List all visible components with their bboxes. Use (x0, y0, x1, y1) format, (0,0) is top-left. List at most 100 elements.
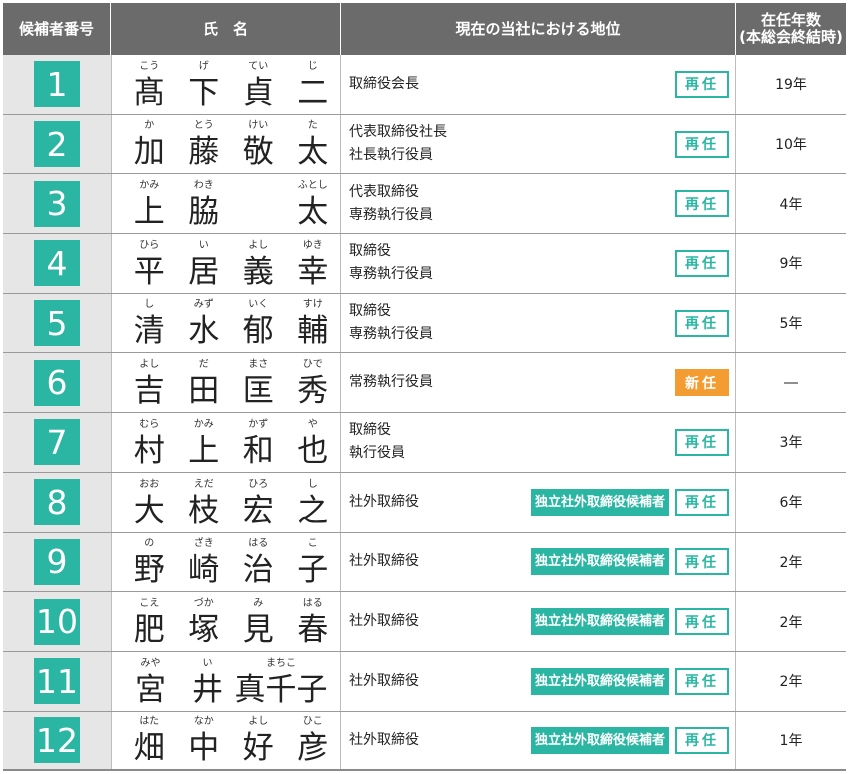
position-line: 代表取締役 (349, 183, 419, 200)
kanji: 見 (242, 611, 274, 648)
header-candidate-number: 候補者番号 (3, 3, 111, 55)
candidate-name: かみ上わき脇ふとし太 (111, 174, 341, 234)
name-character: ゆき幸 (286, 239, 341, 291)
kanji: 井 (192, 671, 223, 708)
header-term-title: 在任年数 (760, 11, 821, 29)
header-name: 氏 名 (111, 3, 341, 55)
term-years: 2年 (779, 554, 803, 571)
table-row: 6 よし吉だ田まさ匡ひで秀常務執行役員 新任 ― (3, 353, 846, 414)
furigana: てい (248, 60, 269, 72)
candidate-number-cell: 6 (3, 353, 111, 413)
candidate-name: ひら平い居よし義ゆき幸 (111, 234, 341, 293)
kanji: 幸 (297, 253, 329, 290)
name-character: むら村 (122, 418, 177, 470)
furigana: なか (193, 716, 214, 728)
furigana: ゆき (302, 239, 323, 251)
name-character: おお大 (122, 478, 177, 530)
position-text: 取締役 執行役員 (349, 419, 675, 465)
kanji: 上 (133, 194, 165, 231)
position-cell: 社外取締役 独立社外取締役候補者 再任 (341, 711, 736, 770)
furigana: かず (248, 418, 269, 430)
name-character: よし好 (231, 715, 286, 767)
furigana: ひろ (248, 478, 269, 490)
kanji: 上 (188, 432, 220, 469)
position-cell: 取締役 執行役員 再任 (341, 413, 736, 472)
kanji: 居 (188, 253, 220, 290)
furigana: よし (139, 359, 160, 371)
position-text: 社外取締役 (349, 670, 531, 693)
position-line: 社長執行役員 (349, 147, 433, 164)
furigana: はる (302, 597, 323, 609)
reappointment-badge: 再任 (675, 726, 729, 754)
candidate-number: 12 (34, 717, 80, 764)
furigana: い (202, 657, 213, 669)
candidate-number: 4 (34, 240, 80, 287)
kanji: 貞 (242, 74, 274, 111)
position-line: 専務執行役員 (349, 266, 433, 283)
name-character: か加 (122, 119, 177, 171)
furigana: ひで (302, 359, 323, 371)
candidate-name: の野ざき崎はる治こ子 (111, 532, 341, 592)
furigana: ふとし (297, 180, 328, 192)
reappointment-badge: 再任 (675, 190, 729, 218)
furigana: ひら (139, 239, 160, 251)
furigana: かみ (139, 180, 160, 192)
kanji: 清 (133, 313, 165, 350)
table-row: 5 し清みず水いく郁すけ輔取締役 専務執行役員 再任 5年 (3, 293, 846, 354)
kanji: 彦 (297, 730, 329, 767)
kanji: 春 (297, 611, 329, 648)
name-character: はる治 (231, 537, 286, 589)
position-text: 常務執行役員 (349, 371, 675, 394)
furigana: い (198, 239, 209, 251)
name-character: こう髙 (122, 60, 177, 112)
kanji: 好 (242, 730, 274, 767)
furigana: し (144, 299, 155, 311)
furigana: よし (248, 239, 269, 251)
candidate-name: し清みず水いく郁すけ輔 (111, 293, 341, 353)
kanji: 髙 (133, 74, 165, 111)
kanji: 子 (297, 552, 329, 589)
position-text: 社外取締役 (349, 550, 531, 573)
name-character: いく郁 (231, 298, 286, 350)
candidate-number: 5 (34, 300, 80, 347)
kanji: 輔 (297, 313, 329, 350)
term-years: ― (784, 374, 798, 391)
position-text: 取締役 専務執行役員 (349, 300, 675, 346)
name-character: ざき崎 (177, 537, 232, 589)
table-row: 2 か加とう藤けい敬た太代表取締役社長 社長執行役員 再任 10年 (3, 114, 846, 175)
name-character: だ田 (177, 358, 232, 410)
table-body: 1 こう髙げ下てい貞じ二取締役会長 再任 19年 2 か加とう藤けい敬た太代表取締役社長社… (3, 55, 846, 772)
candidate-name: むら村かみ上かず和や也 (111, 413, 341, 472)
name-character: てい貞 (231, 60, 286, 112)
kanji: 中 (188, 730, 220, 767)
position-line: 取締役 (349, 422, 391, 439)
reappointment-badge: 再任 (675, 608, 729, 636)
term-years: 2年 (779, 674, 803, 691)
candidate-number-cell: 11 (3, 651, 111, 711)
kanji: 加 (133, 134, 165, 171)
name-character: げ下 (177, 60, 232, 112)
candidate-number-cell: 10 (3, 592, 111, 651)
position-line: 専務執行役員 (349, 206, 433, 223)
candidate-number: 11 (34, 658, 80, 705)
kanji: 太 (297, 134, 329, 171)
kanji: 也 (297, 432, 329, 469)
candidate-name: みや宮い井まちこ 真千子 (111, 651, 341, 711)
candidate-number-cell: 2 (3, 114, 111, 174)
position-cell: 取締役会長 再任 (341, 55, 736, 114)
furigana: だ (198, 359, 209, 371)
header-term: 在任年数 (本総会終結時) (736, 3, 846, 55)
kanji: 脇 (188, 194, 220, 231)
position-text: 取締役 専務執行役員 (349, 240, 675, 286)
candidate-number: 10 (34, 598, 80, 645)
furigana: かみ (193, 418, 214, 430)
furigana: よし (248, 716, 269, 728)
position-line: 社外取締役 (349, 553, 419, 570)
name-character: わき脇 (177, 179, 232, 231)
independent-director-badge: 独立社外取締役候補者 (530, 548, 669, 576)
independent-director-badge: 独立社外取締役候補者 (530, 608, 669, 636)
position-cell: 社外取締役 独立社外取締役候補者 再任 (341, 651, 736, 711)
position-cell: 代表取締役社長 社長執行役員 再任 (341, 114, 736, 174)
kanji: 真千子 (234, 671, 328, 708)
kanji: 村 (133, 432, 165, 469)
